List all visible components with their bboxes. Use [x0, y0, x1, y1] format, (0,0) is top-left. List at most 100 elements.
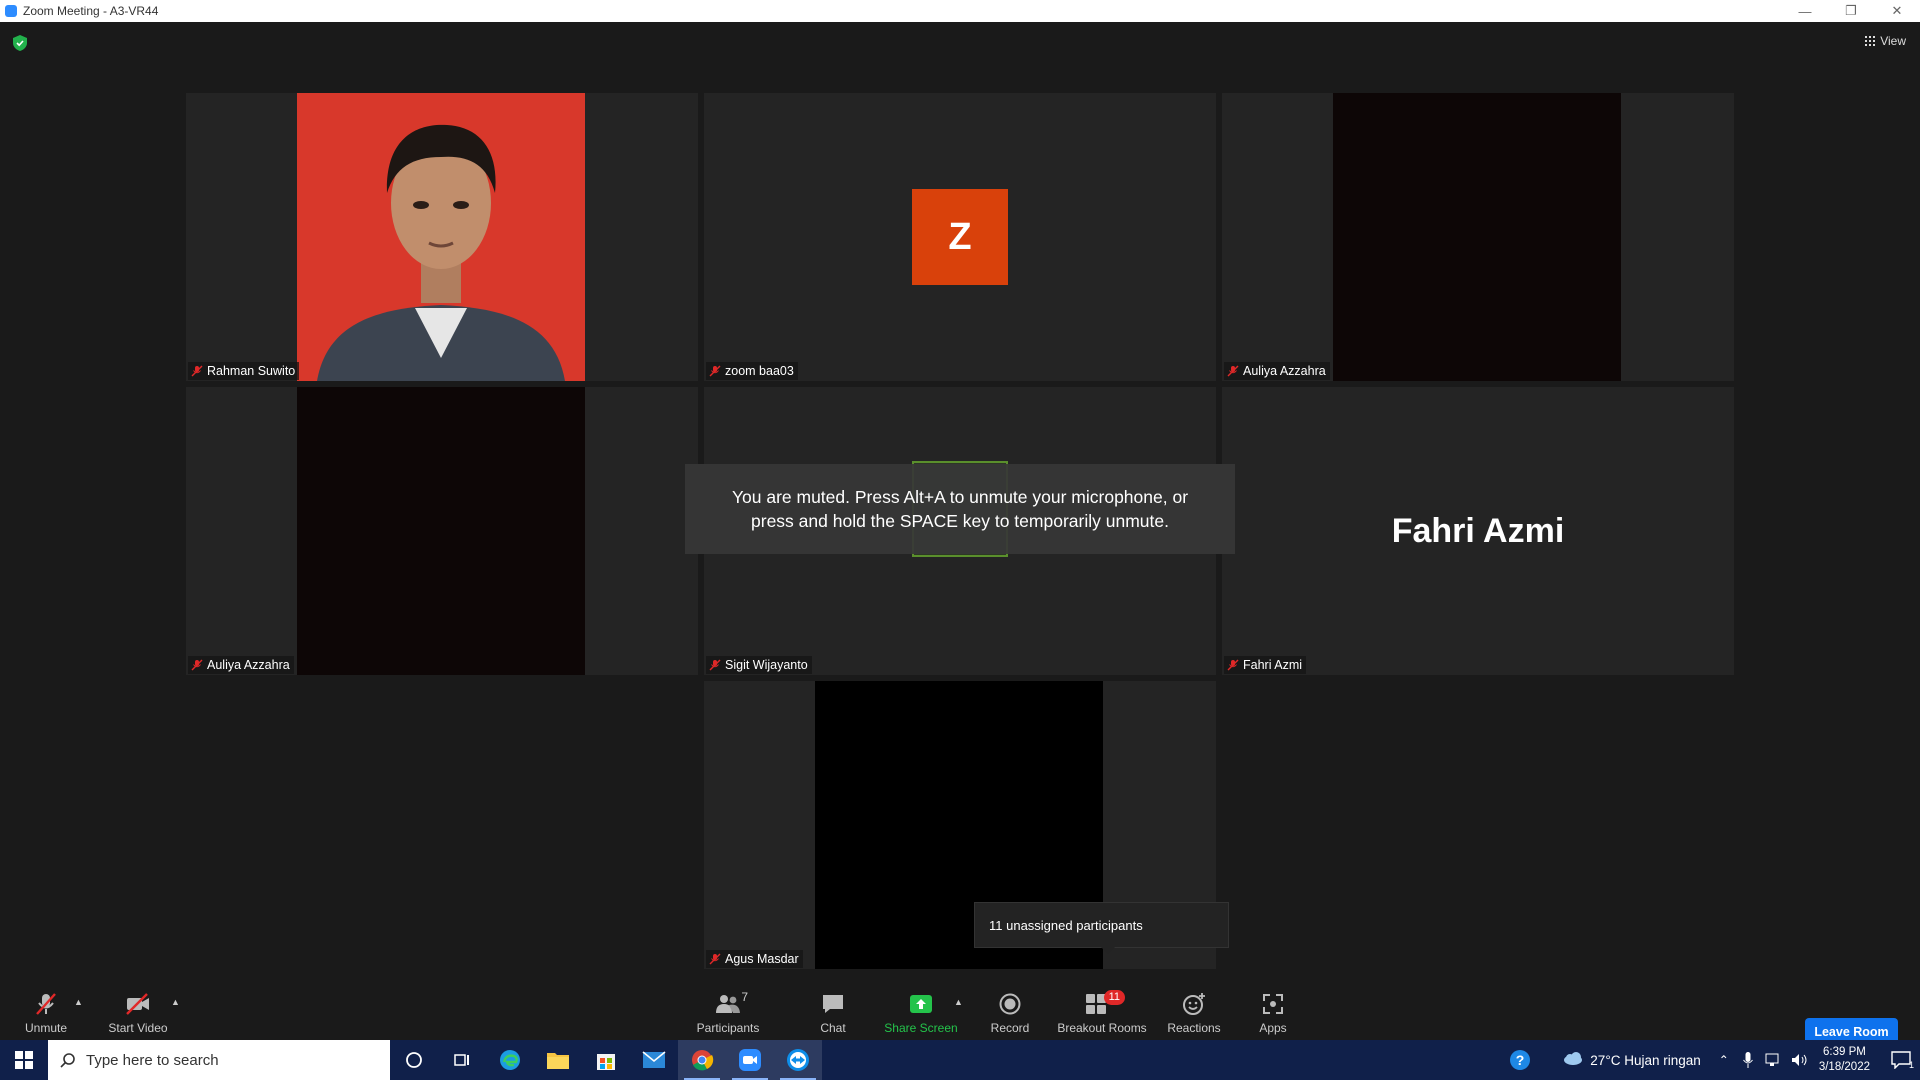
volume-icon[interactable] — [1791, 1053, 1809, 1067]
muted-notification-line2: press and hold the SPACE key to temporar… — [751, 511, 1169, 531]
restore-button[interactable]: ❐ — [1828, 0, 1874, 22]
microphone-tray-icon[interactable] — [1742, 1052, 1753, 1068]
muted-mic-icon — [1227, 365, 1239, 377]
view-label: View — [1880, 34, 1906, 48]
window-titlebar: Zoom Meeting - A3-VR44 — ❐ ✕ — [0, 0, 1920, 22]
participant-nameplate: Rahman Suwito — [188, 362, 300, 380]
file-explorer-icon[interactable] — [534, 1040, 582, 1080]
apps-label: Apps — [1259, 1021, 1287, 1035]
participants-label: Participants — [696, 1021, 760, 1035]
video-tile[interactable]: Fahri Azmi Fahri Azmi — [1222, 387, 1734, 675]
windows-logo-icon — [15, 1051, 33, 1069]
muted-mic-icon — [1227, 659, 1239, 671]
participants-count: 7 — [741, 990, 748, 1004]
microsoft-store-icon[interactable] — [582, 1040, 630, 1080]
participant-photo — [297, 93, 585, 381]
participant-nameplate: Auliya Azzahra — [188, 656, 294, 674]
task-view-icon[interactable] — [438, 1040, 486, 1080]
video-tile[interactable]: Z zoom baa03 — [704, 93, 1216, 381]
minimize-button[interactable]: — — [1782, 0, 1828, 22]
view-button[interactable]: View — [1865, 34, 1906, 48]
participant-name: Agus Masdar — [725, 952, 799, 966]
cortana-icon[interactable] — [390, 1040, 438, 1080]
action-center-button[interactable]: 1 — [1882, 1040, 1920, 1080]
avatar: Z — [912, 189, 1008, 285]
teamviewer-icon[interactable] — [774, 1040, 822, 1080]
record-icon — [997, 992, 1023, 1016]
apps-button[interactable]: Apps — [1248, 982, 1298, 1040]
participant-nameplate: Sigit Wijayanto — [706, 656, 812, 674]
weather-text: 27°C Hujan ringan — [1590, 1052, 1701, 1068]
participant-name: Auliya Azzahra — [207, 658, 290, 672]
mail-icon[interactable] — [630, 1040, 678, 1080]
meeting-toolbar: Unmute ▲ Start Video ▲ 7 Participants Ch… — [0, 982, 1920, 1040]
muted-mic-icon — [191, 365, 203, 377]
start-video-label: Start Video — [108, 1021, 168, 1035]
taskbar-search-box[interactable]: Type here to search — [48, 1040, 390, 1080]
audio-options-caret[interactable]: ▲ — [74, 997, 83, 1007]
video-tile[interactable]: Rahman Suwito — [186, 93, 698, 381]
muted-mic-icon — [33, 992, 59, 1016]
encryption-shield-icon[interactable] — [13, 35, 27, 51]
muted-notification: You are muted. Press Alt+A to unmute you… — [685, 464, 1235, 554]
help-icon[interactable]: ? — [1500, 1040, 1540, 1080]
share-options-caret[interactable]: ▲ — [954, 997, 963, 1007]
search-icon — [60, 1053, 75, 1068]
clock-time: 6:39 PM — [1823, 1046, 1866, 1058]
share-screen-button[interactable]: Share Screen — [884, 982, 958, 1040]
window-controls: — ❐ ✕ — [1782, 0, 1920, 22]
start-button[interactable] — [0, 1040, 48, 1080]
windows-taskbar: Type here to search ? 27°C Hujan ringan … — [0, 1040, 1920, 1080]
reactions-button[interactable]: Reactions — [1160, 982, 1228, 1040]
start-video-button[interactable]: Start Video — [104, 982, 172, 1040]
network-icon[interactable] — [1765, 1053, 1781, 1067]
chat-icon — [820, 992, 846, 1016]
participant-nameplate: Fahri Azmi — [1224, 656, 1307, 674]
svg-text:?: ? — [1516, 1052, 1525, 1068]
breakout-rooms-badge: 11 — [1103, 990, 1125, 1005]
zoom-taskbar-icon[interactable] — [726, 1040, 774, 1080]
participants-button[interactable]: 7 Participants — [692, 982, 764, 1040]
video-options-caret[interactable]: ▲ — [171, 997, 180, 1007]
close-button[interactable]: ✕ — [1874, 0, 1920, 22]
chrome-icon[interactable] — [678, 1040, 726, 1080]
muted-mic-icon — [709, 659, 721, 671]
show-hidden-icons-icon[interactable]: ⌃ — [1719, 1053, 1729, 1067]
breakout-rooms-label: Breakout Rooms — [1057, 1021, 1147, 1035]
unmute-label: Unmute — [24, 1021, 68, 1035]
record-label: Record — [990, 1021, 1030, 1035]
taskbar-clock[interactable]: 6:39 PM 3/18/2022 — [1819, 1045, 1870, 1075]
participant-video — [297, 93, 585, 381]
clock-date: 3/18/2022 — [1818, 1061, 1870, 1073]
muted-mic-icon — [709, 953, 721, 965]
window-title: Zoom Meeting - A3-VR44 — [23, 4, 159, 18]
weather-widget[interactable]: 27°C Hujan ringan — [1562, 1052, 1701, 1068]
participant-video — [1333, 93, 1621, 381]
share-screen-label: Share Screen — [884, 1021, 958, 1035]
participant-name: zoom baa03 — [725, 364, 794, 378]
video-tile[interactable]: Auliya Azzahra — [1222, 93, 1734, 381]
share-screen-icon — [908, 992, 934, 1016]
video-tile[interactable]: Auliya Azzahra — [186, 387, 698, 675]
participant-name: Auliya Azzahra — [1243, 364, 1326, 378]
participant-video — [297, 387, 585, 675]
notification-count: 1 — [1908, 1060, 1914, 1070]
participant-nameplate: Agus Masdar — [706, 950, 803, 968]
reactions-label: Reactions — [1167, 1021, 1221, 1035]
breakout-rooms-button[interactable]: 11 Breakout Rooms — [1056, 982, 1148, 1040]
unassigned-participants-tooltip[interactable]: 11 unassigned participants — [974, 902, 1229, 954]
apps-icon — [1260, 992, 1286, 1016]
muted-mic-icon — [191, 659, 203, 671]
chat-button[interactable]: Chat — [802, 982, 864, 1040]
unmute-button[interactable]: Unmute — [18, 982, 74, 1040]
video-off-icon — [125, 992, 151, 1016]
participant-nameplate: zoom baa03 — [706, 362, 798, 380]
record-button[interactable]: Record — [980, 982, 1040, 1040]
participant-nameplate: Auliya Azzahra — [1224, 362, 1330, 380]
cloud-rain-icon — [1564, 1052, 1583, 1065]
chat-label: Chat — [820, 1021, 846, 1035]
participants-icon: 7 — [708, 990, 748, 1016]
muted-notification-line1: You are muted. Press Alt+A to unmute you… — [731, 487, 1189, 507]
edge-icon[interactable] — [486, 1040, 534, 1080]
participant-display-name: Fahri Azmi — [1391, 511, 1565, 550]
